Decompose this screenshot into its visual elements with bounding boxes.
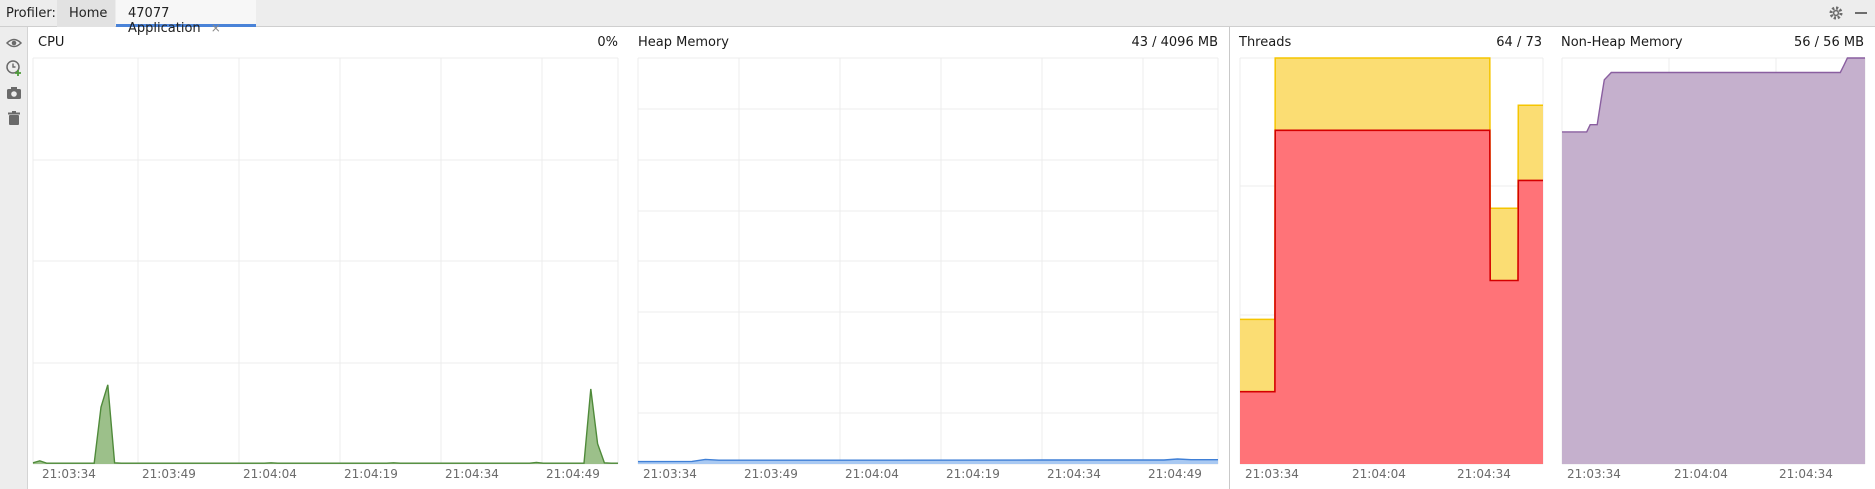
chart3-x-tick-0: 21:03:34 [1567,467,1621,481]
non-heap-memory-chart[interactable]: 21:03:34 21:04:04 21:04:34 [0,0,1875,489]
chart3-x-tick-2: 21:04:34 [1779,467,1833,481]
chart3-x-tick-1: 21:04:04 [1674,467,1728,481]
chart3-area [1562,58,1865,464]
